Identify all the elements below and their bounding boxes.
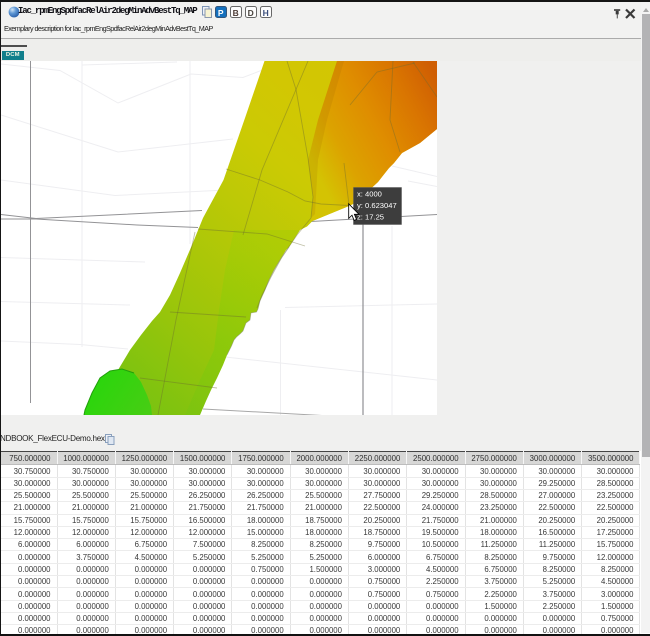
svg-text:x: 4000: x: 4000 xyxy=(357,190,382,199)
svg-text:y: 0.623047: y: 0.623047 xyxy=(357,201,397,210)
svg-text:z: 17.25: z: 17.25 xyxy=(357,213,384,222)
